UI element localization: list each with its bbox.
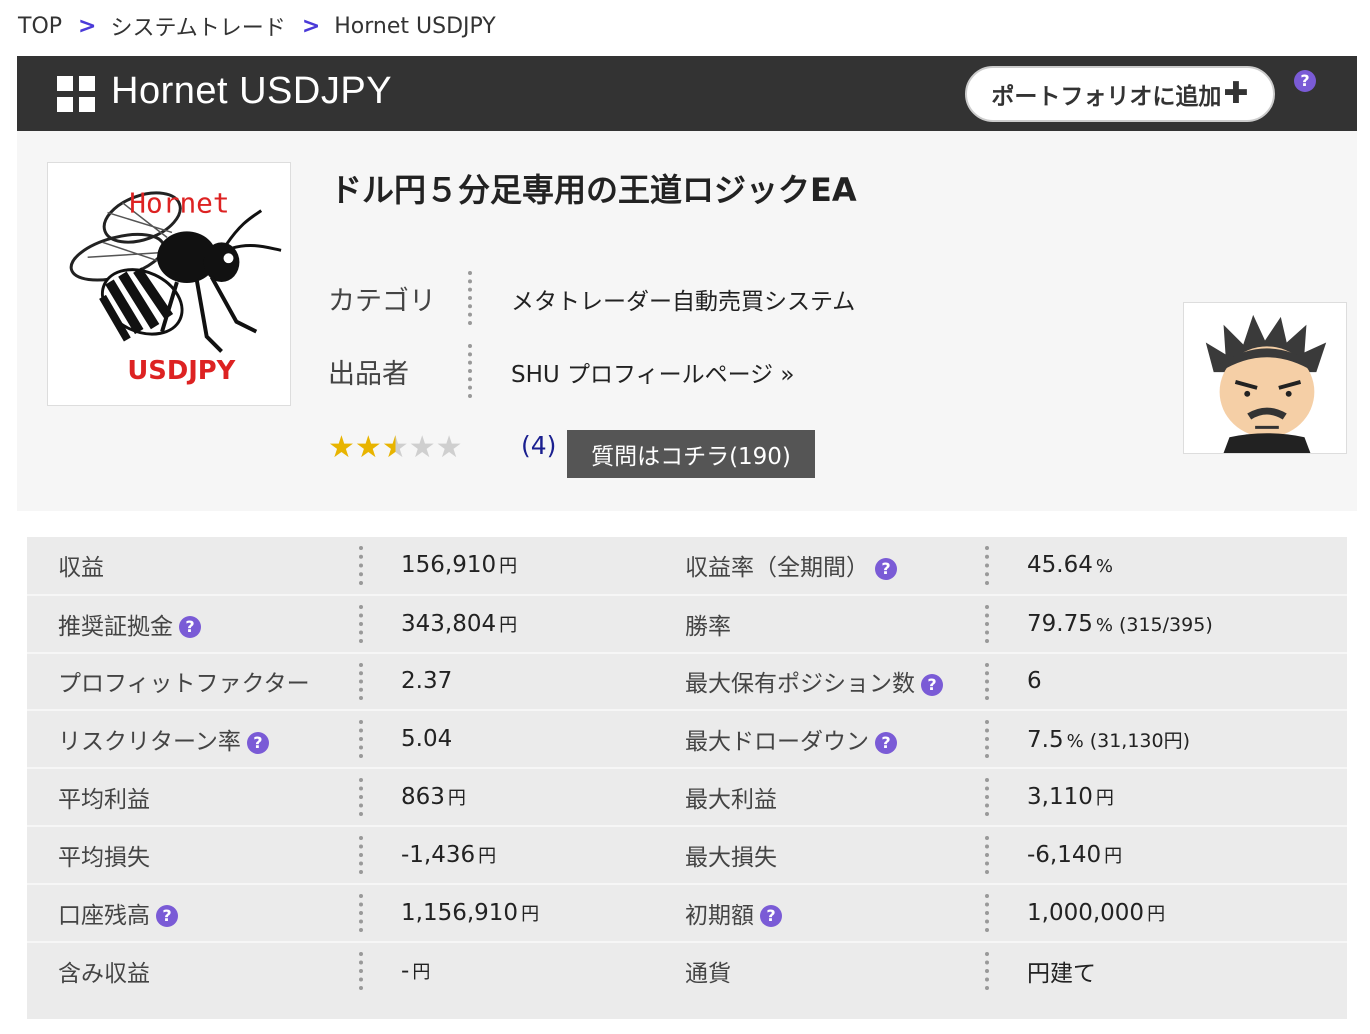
stat-label: リスクリターン率: [58, 729, 241, 756]
divider: [468, 271, 472, 325]
grid-icon: [57, 76, 97, 114]
product-panel: Hornet USDJPY ドル円５分足専用の王道ロジックEA カテゴリ メタト…: [17, 131, 1357, 511]
seller-profile-link[interactable]: SHU プロフィールページ »: [511, 362, 795, 388]
stat-unit: %: [1095, 614, 1113, 636]
stat-unit: 円: [478, 845, 497, 867]
stats-row: 口座残高? 1,156,910 円初期額? 1,000,000 円: [27, 882, 1347, 942]
stat-value: -6,140: [1027, 841, 1102, 868]
category-value: メタトレーダー自動売買システム: [511, 289, 856, 315]
stat-unit: %: [1066, 730, 1084, 752]
star-empty-icon: ★: [435, 430, 463, 465]
help-icon[interactable]: ?: [760, 905, 782, 928]
stat-label: プロフィットファクター: [58, 671, 310, 698]
category-label: カテゴリ: [328, 286, 436, 317]
product-image: Hornet USDJPY: [47, 162, 291, 406]
stat-unit: 円: [499, 556, 518, 578]
product-title: ドル円５分足専用の王道ロジックEA: [330, 171, 857, 209]
seller-avatar[interactable]: [1183, 302, 1347, 454]
stat-value: 6: [1027, 668, 1042, 695]
help-icon[interactable]: ?: [179, 616, 201, 639]
stat-label: 収益: [58, 555, 104, 582]
stats-row: 収益 156,910 円 収益率（全期間）? 45.64%: [27, 537, 1347, 595]
star-icon: ★: [328, 430, 355, 465]
stats-row: 推奨証拠金? 343,804 円 勝率 79.75% (315/395): [27, 593, 1347, 653]
plus-icon: ✚: [1223, 76, 1249, 111]
stats-row: 平均損失 -1,436 円最大損失 -6,140 円: [27, 824, 1347, 884]
star-rating: ★ ★ ★ ★ ★: [328, 433, 463, 463]
stat-value: 2.37: [401, 668, 453, 695]
stat-label: 平均利益: [58, 787, 150, 814]
stat-value: 1,156,910: [401, 899, 519, 926]
stat-value: 円建て: [1027, 960, 1096, 987]
star-empty-icon: ★: [408, 430, 436, 465]
stat-value: 156,910: [401, 552, 497, 579]
product-image-text-top: Hornet: [129, 187, 229, 220]
help-icon[interactable]: ?: [156, 905, 178, 928]
stat-label: 口座残高: [58, 902, 150, 929]
stats-row: プロフィットファクター 2.37 最大保有ポジション数? 6: [27, 651, 1347, 711]
stat-value: 3,110: [1027, 784, 1093, 811]
breadcrumb-current: Hornet USDJPY: [334, 13, 496, 39]
stat-detail: (31,130円): [1089, 729, 1190, 752]
stat-value: 863: [401, 784, 445, 811]
stat-unit: 円: [412, 961, 431, 983]
breadcrumb-system-trade-link[interactable]: システムトレード: [110, 10, 285, 42]
help-icon[interactable]: ?: [1294, 70, 1316, 92]
stat-value: -: [401, 957, 410, 984]
stat-value: 79.75: [1027, 610, 1093, 637]
divider: [468, 344, 472, 398]
stat-unit: %: [1095, 556, 1113, 578]
seller-label: 出品者: [328, 359, 409, 390]
stat-value: 45.64: [1027, 552, 1093, 579]
stat-unit: 円: [499, 614, 518, 636]
stat-unit: 円: [521, 903, 540, 925]
stat-label: 最大ドローダウン: [685, 729, 869, 756]
stat-unit: 円: [1147, 903, 1166, 925]
stat-label: 推奨証拠金: [58, 613, 173, 640]
stat-value: -1,436: [401, 841, 476, 868]
stats-row: 含み収益 - 円 通貨 円建て: [27, 940, 1347, 1000]
stat-label: 初期額: [685, 902, 754, 929]
breadcrumb-top-link[interactable]: TOP: [18, 14, 62, 39]
title-bar: Hornet USDJPY ポートフォリオに追加 ✚ ?: [17, 56, 1357, 131]
stat-unit: 円: [1095, 788, 1114, 810]
stat-value: 5.04: [401, 726, 453, 753]
stat-label: 最大保有ポジション数: [685, 671, 915, 698]
stats-table: 収益 156,910 円収益率（全期間）? 45.64% 推奨証拠金? 343,804 円勝…: [27, 537, 1347, 1019]
breadcrumb: TOP > システムトレード > Hornet USDJPY: [18, 8, 496, 44]
stat-label: 最大利益: [685, 787, 777, 814]
add-to-portfolio-button[interactable]: ポートフォリオに追加 ✚: [965, 66, 1275, 122]
stat-label: 含み収益: [58, 960, 150, 987]
product-image-text-bottom: USDJPY: [127, 356, 235, 386]
stat-label: 勝率: [685, 613, 731, 640]
breadcrumb-separator: >: [78, 13, 97, 39]
stat-value: 1,000,000: [1027, 899, 1145, 926]
stats-row: 平均利益 863 円最大利益 3,110 円: [27, 767, 1347, 826]
add-to-portfolio-label: ポートフォリオに追加: [991, 84, 1222, 110]
page-title: Hornet USDJPY: [111, 70, 393, 112]
stat-detail: (315/395): [1118, 613, 1213, 636]
help-icon[interactable]: ?: [875, 731, 897, 754]
questions-button[interactable]: 質問はコチラ(190): [567, 430, 815, 478]
stat-value: 343,804: [401, 610, 497, 637]
help-icon[interactable]: ?: [875, 557, 897, 580]
star-icon: ★: [354, 430, 382, 465]
rating: ★ ★ ★ ★ ★ (4): [328, 431, 556, 463]
stat-value: 7.5: [1027, 726, 1064, 753]
stats-row: リスクリターン率? 5.04 最大ドローダウン? 7.5% (31,130円): [27, 709, 1347, 769]
stat-unit: 円: [447, 788, 466, 810]
stat-label: 最大損失: [685, 844, 777, 871]
stat-label: 通貨: [685, 960, 731, 987]
stat-label: 収益率（全期間）: [685, 555, 869, 582]
help-icon[interactable]: ?: [921, 673, 943, 696]
half-star-icon: ★: [381, 430, 409, 465]
breadcrumb-separator: >: [301, 13, 321, 39]
stat-label: 平均損失: [58, 844, 150, 871]
stat-unit: 円: [1104, 845, 1123, 867]
review-count-link[interactable]: (4): [521, 431, 556, 460]
help-icon[interactable]: ?: [246, 731, 269, 754]
